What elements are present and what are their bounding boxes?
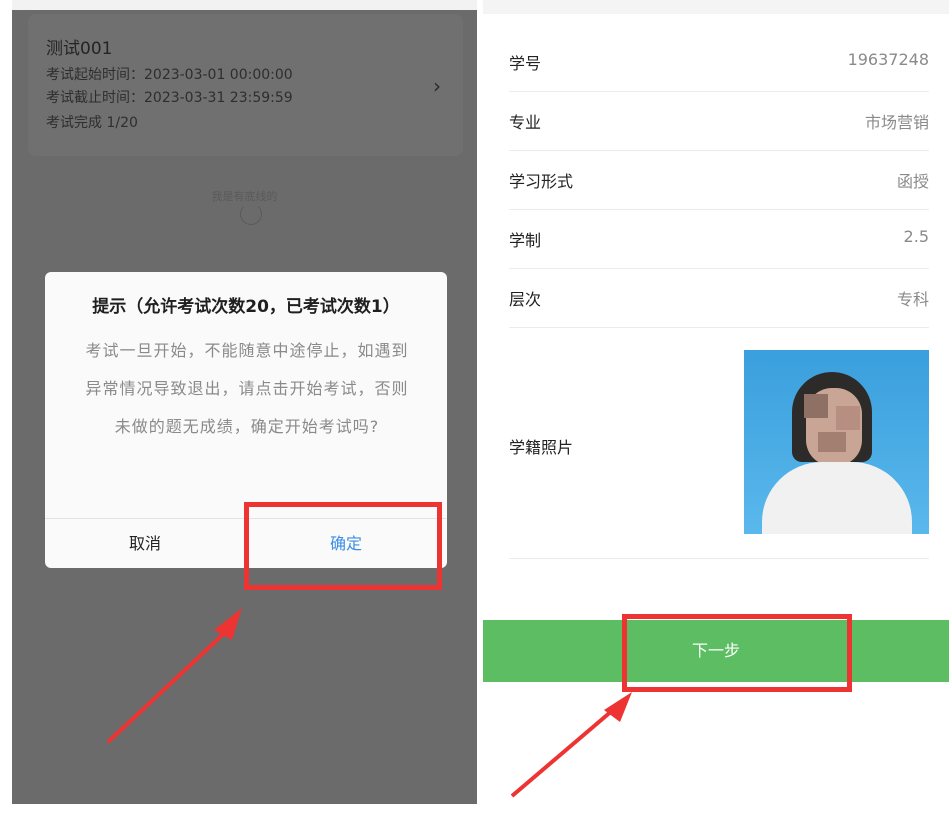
- row-value: 市场营销: [864, 113, 929, 132]
- row-value: 2.5: [903, 227, 929, 246]
- dialog-message: 考试一旦开始，不能随意中途停止，如遇到异常情况导致退出，请点击开始考试，否则未做…: [85, 341, 409, 436]
- status-bar-strip: [483, 0, 949, 14]
- status-bar-strip: [12, 0, 477, 10]
- right-screen: 学号 19637248 专业 市场营销 学习形式 函授 学制 2.5 层次 专科…: [483, 0, 949, 816]
- left-screen: 测试001 考试起始时间：2023-03-01 00:00:00 考试截止时间：…: [12, 0, 477, 804]
- row-value: 函授: [896, 172, 929, 191]
- student-photo: [744, 350, 929, 534]
- info-row-level: 层次 专科: [509, 268, 929, 328]
- exam-progress: 考试完成 1/20: [46, 115, 138, 131]
- row-label: 层次: [509, 290, 542, 309]
- exam-title: 测试001: [46, 39, 113, 59]
- dialog-title: 提示（允许考试次数20，已考试次数1）: [92, 297, 400, 317]
- loading-spinner-icon: [240, 203, 262, 225]
- exam-start-time: 考试起始时间：2023-03-01 00:00:00: [46, 67, 293, 83]
- row-label: 学制: [509, 231, 542, 250]
- chevron-right-icon[interactable]: ›: [433, 74, 441, 98]
- row-label: 专业: [509, 113, 542, 132]
- info-row-student-id: 学号 19637248: [509, 32, 929, 92]
- row-value: 专科: [896, 290, 929, 309]
- cancel-button[interactable]: 取消: [45, 519, 245, 568]
- info-row-study-form: 学习形式 函授: [509, 150, 929, 210]
- info-row-photo: 学籍照片: [509, 328, 929, 559]
- info-row-major: 专业 市场营销: [509, 91, 929, 151]
- exam-card[interactable]: 测试001 考试起始时间：2023-03-01 00:00:00 考试截止时间：…: [28, 14, 463, 156]
- exam-end-time: 考试截止时间：2023-03-31 23:59:59: [46, 90, 293, 106]
- row-label: 学号: [509, 54, 542, 73]
- row-label: 学习形式: [509, 172, 574, 191]
- list-end-text: 我是有底线的: [211, 190, 278, 203]
- row-label: 学籍照片: [509, 438, 574, 457]
- row-value: 19637248: [847, 50, 929, 69]
- highlight-box-confirm: [244, 502, 442, 590]
- info-row-duration: 学制 2.5: [509, 209, 929, 269]
- highlight-box-next: [622, 614, 852, 692]
